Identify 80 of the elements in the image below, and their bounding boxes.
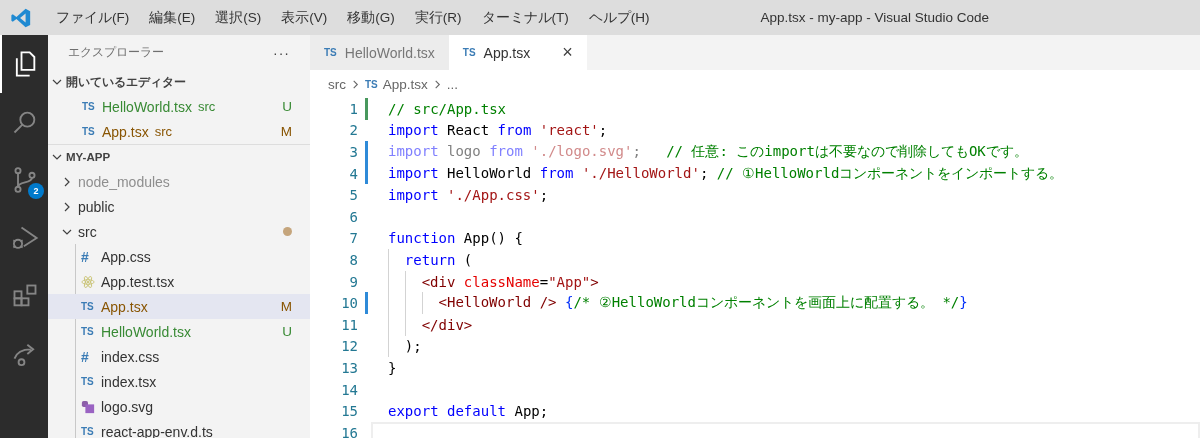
folder-item[interactable]: src <box>48 219 310 244</box>
code-line: ); <box>404 338 422 355</box>
line-number: 12 <box>340 338 358 355</box>
run-debug-icon <box>11 224 39 252</box>
open-editor-item[interactable]: TS App.tsx src M <box>48 119 310 144</box>
file-type-icon: TS <box>82 126 96 137</box>
menu-item[interactable]: 編集(E) <box>139 8 206 27</box>
code-line: return ( <box>404 251 473 268</box>
line-number: 11 <box>340 316 358 333</box>
file-type-icon: TS <box>81 301 95 312</box>
open-editor-item[interactable]: TS HelloWorld.tsx src U <box>48 94 310 119</box>
menu-item[interactable]: 選択(S) <box>205 8 272 27</box>
file-item[interactable]: logo.svg <box>48 394 310 419</box>
menu-item[interactable]: 実行(R) <box>404 8 472 27</box>
line-number: 5 <box>348 187 358 204</box>
notification-badge: 2 <box>28 183 44 199</box>
line-number: 8 <box>348 251 358 268</box>
app-logo-icon <box>10 6 32 29</box>
chevron-icon <box>52 77 62 87</box>
folder-item[interactable]: public <box>48 194 310 219</box>
menu-item[interactable]: ファイル(F) <box>46 8 140 27</box>
menu-item[interactable]: 表示(V) <box>271 8 338 27</box>
line-number: 10 <box>340 295 358 312</box>
code-line: import React from 'react'; <box>388 122 608 139</box>
menu-item[interactable]: ターミナル(T) <box>471 8 579 27</box>
sidebar-title: エクスプローラー <box>68 44 164 61</box>
code-line: import HelloWorld from './HelloWorld'; // ①HelloWorldコンポーネントをインポートする。 <box>388 164 1064 183</box>
line-number: 7 <box>348 230 358 247</box>
line-number: 15 <box>340 403 358 420</box>
atom-icon <box>81 274 95 289</box>
editor-tab[interactable]: TS HelloWorld.tsx <box>310 35 449 70</box>
more-actions-button[interactable]: ··· <box>273 44 290 61</box>
code-line: } <box>388 359 397 376</box>
breadcrumb-item[interactable]: ... <box>446 76 459 92</box>
code-line: <div className="App"> <box>421 273 599 290</box>
file-item[interactable]: TS index.tsx <box>48 369 310 394</box>
file-type-icon: # <box>81 248 95 265</box>
file-type-icon: TS <box>82 101 96 112</box>
chevron-icon <box>351 79 360 89</box>
code-line: export default App; <box>388 403 549 420</box>
file-item[interactable]: TS App.tsx M <box>48 294 310 319</box>
file-item[interactable]: # index.css <box>48 344 310 369</box>
file-type-icon: TS <box>81 426 95 437</box>
code-line: // src/App.tsx <box>388 100 506 117</box>
menu-item[interactable]: ヘルプ(H) <box>578 8 660 27</box>
file-type-icon: TS <box>365 78 378 90</box>
line-number: 6 <box>348 208 358 225</box>
image-file-icon <box>81 399 95 414</box>
file-type-icon: # <box>81 348 95 365</box>
editor-tab[interactable]: TS App.tsx × <box>448 35 587 70</box>
section-header[interactable]: 開いているエディター <box>48 70 310 94</box>
code-line: function App() { <box>388 230 523 247</box>
section-header[interactable]: MY-APP <box>48 144 310 169</box>
breadcrumb-item[interactable]: src <box>328 76 346 92</box>
line-number: 13 <box>340 359 358 376</box>
file-item[interactable]: App.test.tsx <box>48 269 310 294</box>
code-line: </div> <box>421 316 473 333</box>
line-number: 16 <box>340 424 358 438</box>
line-number: 14 <box>340 381 358 398</box>
file-type-icon: TS <box>81 376 95 387</box>
file-item[interactable]: # App.css <box>48 244 310 269</box>
chevron-icon <box>62 176 72 187</box>
code-line: import logo from './logo.svg'; // 任意: このimportは不要なので削除してもOKです。 <box>388 143 1028 161</box>
file-type-icon: TS <box>81 326 95 337</box>
line-number: 2 <box>348 122 358 139</box>
chevron-icon <box>52 152 62 162</box>
window-title: App.tsx - my-app - Visual Studio Code <box>760 10 989 25</box>
line-number: 3 <box>348 144 358 160</box>
chevron-icon <box>62 201 72 212</box>
line-number: 9 <box>348 273 358 290</box>
code-line: <HelloWorld /> {/* ②HelloWorldコンポーネントを画面上に配置する。 */} <box>438 294 968 313</box>
activity-button[interactable]: 2 <box>0 151 48 209</box>
close-button[interactable]: × <box>562 42 573 63</box>
chevron-icon <box>432 79 442 89</box>
line-number: 4 <box>348 165 358 182</box>
file-item[interactable]: TS HelloWorld.tsx U <box>48 319 310 344</box>
menu-item[interactable]: 移動(G) <box>337 8 405 27</box>
line-number: 1 <box>348 100 358 117</box>
breadcrumb-item[interactable]: App.tsx <box>382 76 428 92</box>
code-line: import './App.css'; <box>388 187 549 204</box>
